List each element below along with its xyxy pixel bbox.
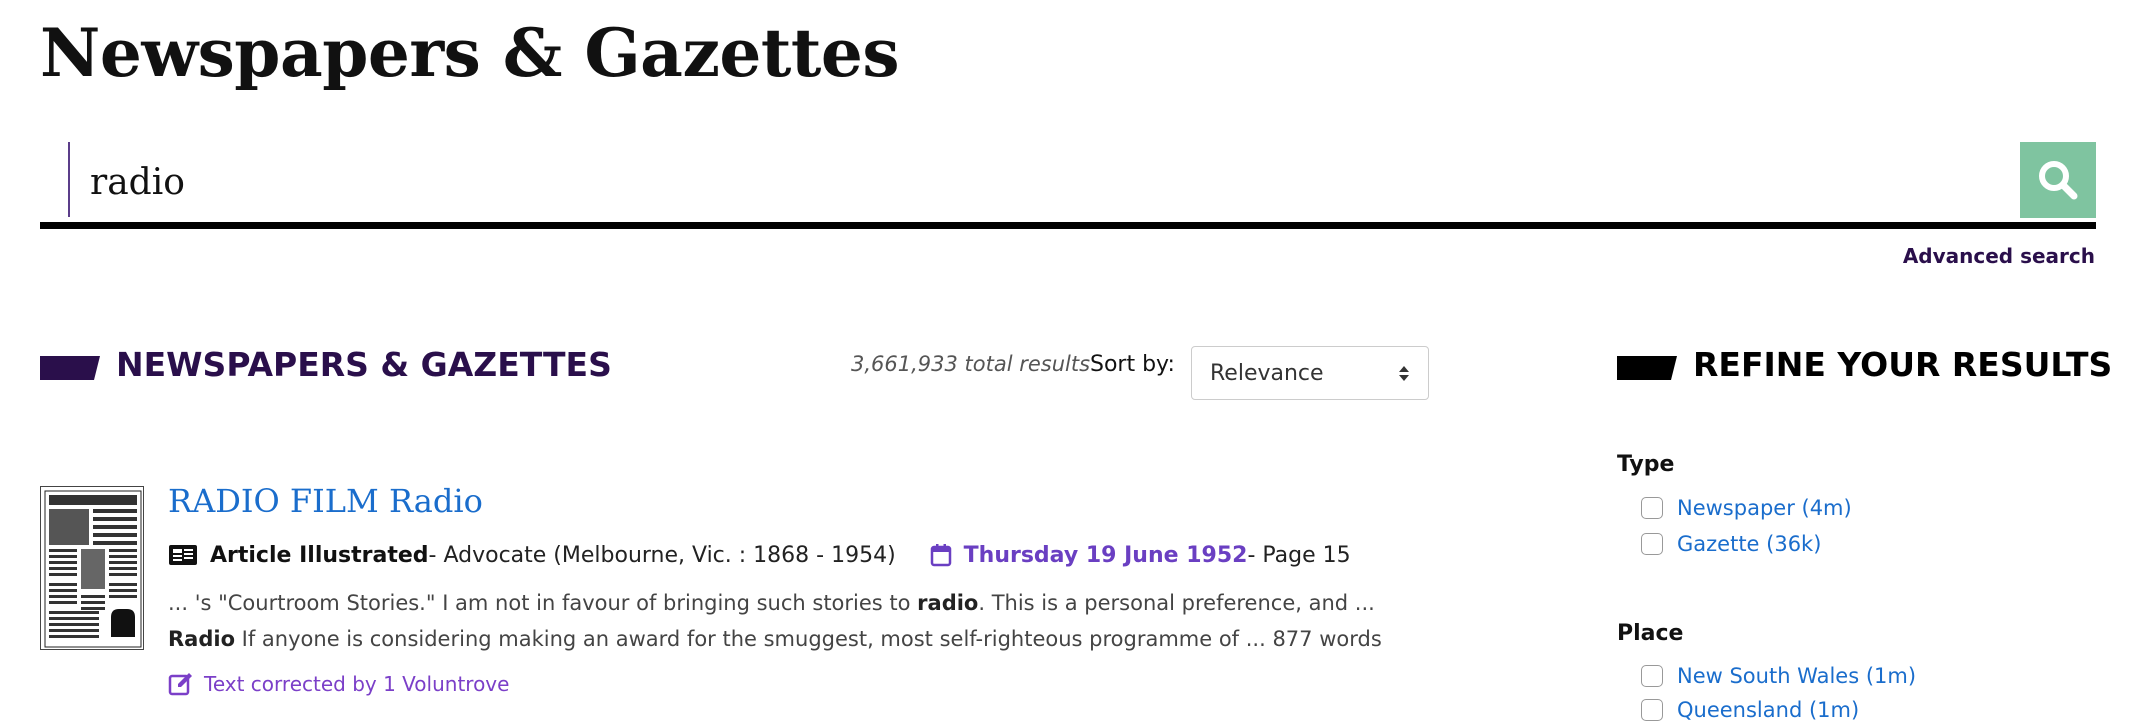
facet-option[interactable]: Queensland (1m) [1641, 698, 1859, 722]
result-date-link[interactable]: Thursday 19 June 1952 [964, 543, 1248, 568]
page-title: Newspapers & Gazettes [40, 14, 900, 92]
search-caret [68, 142, 70, 217]
search-input[interactable] [88, 146, 1992, 218]
facet-option[interactable]: New South Wales (1m) [1641, 664, 1916, 688]
checkbox[interactable] [1641, 533, 1663, 555]
edit-icon [168, 673, 192, 696]
snippet-text: . This is a personal preference, and ... [978, 591, 1375, 615]
checkbox[interactable] [1641, 497, 1663, 519]
facet-option-label: Gazette (36k) [1677, 532, 1822, 556]
snippet-text: ... 's "Courtroom Stories." I am not in … [168, 591, 918, 615]
result-category: Article Illustrated [210, 542, 429, 568]
result-source: - Advocate (Melbourne, Vic. : 1868 - 195… [428, 542, 896, 568]
sort-select[interactable]: Relevance [1191, 346, 1429, 400]
sort-value: Relevance [1210, 360, 1324, 386]
refine-flag [1617, 356, 1677, 380]
facet-place-title: Place [1617, 621, 1684, 646]
results-heading: NEWSPAPERS & GAZETTES [116, 345, 612, 384]
result-snippet: ... 's "Courtroom Stories." I am not in … [168, 585, 1438, 657]
facet-option-label: New South Wales (1m) [1677, 664, 1917, 688]
search-bar [40, 142, 2096, 229]
text-corrected-label: Text corrected by 1 Voluntrove [204, 672, 510, 696]
result-page: - Page 15 [1247, 542, 1351, 568]
checkbox[interactable] [1641, 699, 1663, 721]
facet-option[interactable]: Newspaper (4m) [1641, 496, 1852, 520]
article-icon [169, 545, 197, 565]
search-button[interactable] [2020, 142, 2096, 218]
calendar-icon [930, 544, 951, 567]
result-thumbnail[interactable] [40, 486, 144, 650]
section-flag [40, 356, 100, 380]
total-results: 3,661,933 total results [851, 352, 1091, 376]
result-meta: Article Illustrated - Advocate (Melbourn… [168, 540, 1351, 570]
facet-option-label: Newspaper (4m) [1677, 496, 1852, 520]
result-title-link[interactable]: RADIO FILM Radio [168, 482, 483, 520]
snippet-text: If anyone is considering making an award… [235, 627, 1382, 651]
search-icon [2039, 161, 2078, 200]
facet-option-label: Queensland (1m) [1677, 698, 1860, 722]
sort-label: Sort by: [1090, 352, 1175, 377]
facet-option[interactable]: Gazette (36k) [1641, 532, 1821, 556]
advanced-search-link[interactable]: Advanced search [1903, 244, 2095, 268]
facet-type-title: Type [1617, 452, 1675, 477]
snippet-highlight: radio [917, 591, 979, 615]
text-corrected-link[interactable]: Text corrected by 1 Voluntrove [168, 672, 509, 696]
snippet-highlight: Radio [168, 627, 235, 651]
refine-heading: REFINE YOUR RESULTS [1693, 345, 2113, 384]
checkbox[interactable] [1641, 665, 1663, 687]
sort-arrows-icon [1399, 366, 1409, 381]
